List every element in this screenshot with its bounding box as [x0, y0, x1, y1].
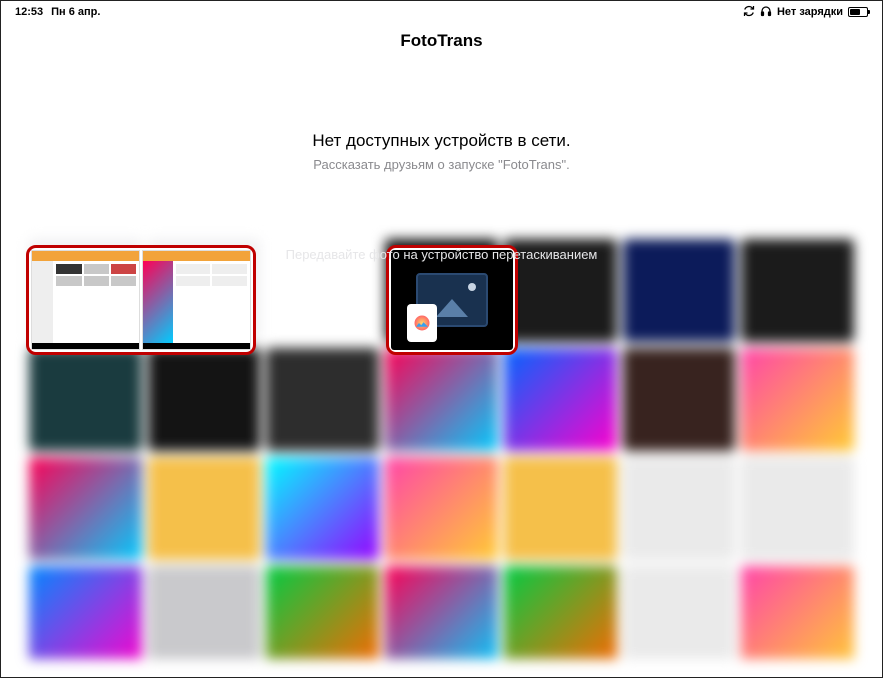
status-battery-text: Нет зарядки [777, 6, 843, 18]
device-illustration [391, 250, 513, 350]
message-area: Нет доступных устройств в сети. Рассказа… [1, 131, 882, 172]
photo-thumb[interactable] [148, 457, 261, 560]
headphones-icon [760, 5, 772, 20]
photo-thumb[interactable] [623, 566, 736, 659]
photo-thumb[interactable] [266, 348, 379, 451]
photo-thumb[interactable] [741, 348, 854, 451]
photo-thumb[interactable] [148, 348, 261, 451]
drag-hint: Передавайте фото на устройство перетаски… [286, 247, 598, 262]
tablet-icon [407, 304, 437, 342]
mini-screenshot-right [142, 250, 251, 350]
photo-thumb[interactable] [385, 566, 498, 659]
status-time: 12:53 [15, 6, 43, 18]
app-title: FotoTrans [1, 31, 882, 51]
photo-thumb[interactable] [623, 348, 736, 451]
photo-thumb[interactable] [504, 457, 617, 560]
photo-thumb[interactable] [504, 566, 617, 659]
status-bar: 12:53 Пн 6 апр. Нет зарядки [1, 1, 882, 23]
photo-thumb[interactable] [29, 566, 142, 659]
photo-thumb[interactable] [623, 457, 736, 560]
photo-thumb-highlight-1[interactable] [26, 245, 256, 355]
share-hint-message[interactable]: Рассказать друзьям о запуске "FotoTrans"… [1, 157, 882, 172]
photo-thumb[interactable] [266, 457, 379, 560]
status-date: Пн 6 апр. [51, 6, 100, 18]
mini-screenshot-left [31, 250, 140, 350]
photo-thumb[interactable] [385, 457, 498, 560]
battery-icon [848, 7, 868, 17]
photo-thumb[interactable] [623, 239, 736, 342]
photo-thumb[interactable] [741, 566, 854, 659]
photo-thumb[interactable] [148, 566, 261, 659]
photo-thumb[interactable] [266, 566, 379, 659]
app-screen: 12:53 Пн 6 апр. Нет зарядки FotoTrans Не… [0, 0, 883, 678]
sync-icon [743, 5, 755, 20]
photo-thumb[interactable] [29, 457, 142, 560]
photo-thumb[interactable] [504, 348, 617, 451]
photo-thumb[interactable] [29, 348, 142, 451]
photo-thumb[interactable] [385, 348, 498, 451]
no-devices-message: Нет доступных устройств в сети. [1, 131, 882, 151]
photo-thumb[interactable] [741, 239, 854, 342]
photo-thumb[interactable] [741, 457, 854, 560]
